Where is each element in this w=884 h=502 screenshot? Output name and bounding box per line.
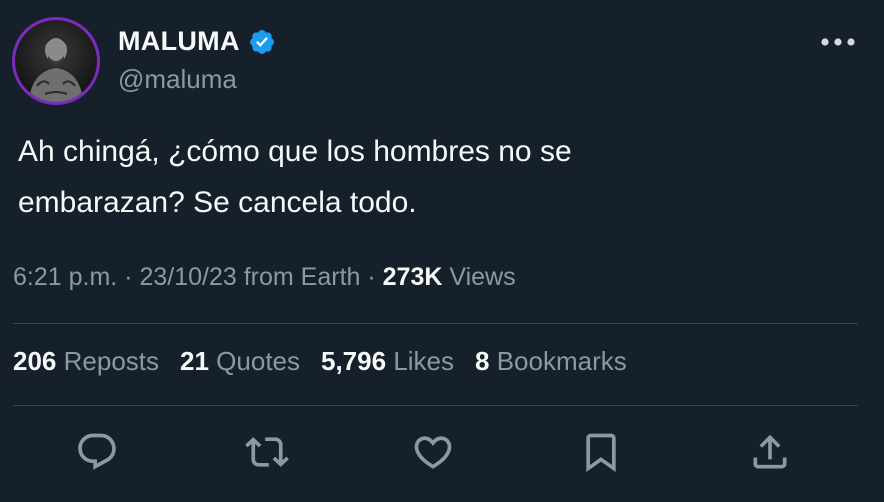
share-button[interactable] bbox=[747, 429, 793, 475]
tweet-date[interactable]: 23/10/23 bbox=[139, 263, 236, 291]
like-icon bbox=[414, 436, 452, 469]
avatar-portrait-icon bbox=[29, 36, 83, 102]
like-button[interactable] bbox=[410, 429, 456, 475]
engagement-stats: 206 Reposts 21 Quotes 5,796 Likes 8 Book… bbox=[13, 346, 627, 377]
quotes-label: Quotes bbox=[216, 346, 300, 376]
tweet-text-line: Ah chingá, ¿cómo que los hombres no se bbox=[18, 135, 572, 168]
reposts-label: Reposts bbox=[63, 346, 160, 376]
reply-button[interactable] bbox=[74, 429, 120, 475]
meta-separator: · bbox=[360, 263, 383, 291]
bookmarks-count: 8 bbox=[475, 346, 490, 376]
share-icon bbox=[753, 434, 787, 469]
divider bbox=[13, 405, 858, 406]
divider bbox=[13, 323, 858, 324]
reposts-stat[interactable]: 206 Reposts bbox=[13, 346, 159, 377]
reply-icon bbox=[78, 433, 116, 470]
likes-stat[interactable]: 5,796 Likes bbox=[321, 346, 454, 377]
bookmarks-label: Bookmarks bbox=[496, 346, 627, 376]
tweet-text: Ah chingá, ¿cómo que los hombres no se e… bbox=[18, 126, 868, 228]
bookmarks-stat[interactable]: 8 Bookmarks bbox=[475, 346, 627, 377]
reposts-count: 206 bbox=[13, 346, 57, 376]
tweet-meta: 6:21 p.m. · 23/10/23 from Earth · 273K V… bbox=[13, 263, 516, 292]
more-dots-icon bbox=[821, 38, 855, 46]
quotes-stat[interactable]: 21 Quotes bbox=[180, 346, 300, 377]
quotes-count: 21 bbox=[180, 346, 209, 376]
bookmark-button[interactable] bbox=[578, 429, 624, 475]
tweet-time[interactable]: 6:21 p.m. bbox=[13, 263, 117, 291]
bookmark-icon bbox=[586, 433, 616, 473]
tweet-detail: MALUMA @maluma Ah chingá, ¿cómo que los … bbox=[0, 0, 884, 502]
avatar-photo bbox=[15, 20, 97, 102]
likes-label: Likes bbox=[393, 346, 455, 376]
author-display-name[interactable]: MALUMA bbox=[118, 26, 240, 57]
repost-icon bbox=[245, 437, 289, 467]
avatar[interactable] bbox=[12, 17, 100, 105]
repost-button[interactable] bbox=[244, 429, 290, 475]
views-label: Views bbox=[449, 263, 516, 291]
likes-count: 5,796 bbox=[321, 346, 387, 376]
tweet-source: from Earth bbox=[243, 263, 361, 291]
verified-badge-icon bbox=[249, 29, 274, 54]
tweet-text-line: embarazan? Se cancela todo. bbox=[18, 186, 417, 219]
meta-separator: · bbox=[117, 263, 140, 291]
author-handle[interactable]: @maluma bbox=[118, 64, 237, 95]
more-options-button[interactable] bbox=[816, 28, 860, 56]
author-name-row[interactable]: MALUMA bbox=[118, 26, 276, 57]
views-count: 273K bbox=[382, 263, 443, 291]
